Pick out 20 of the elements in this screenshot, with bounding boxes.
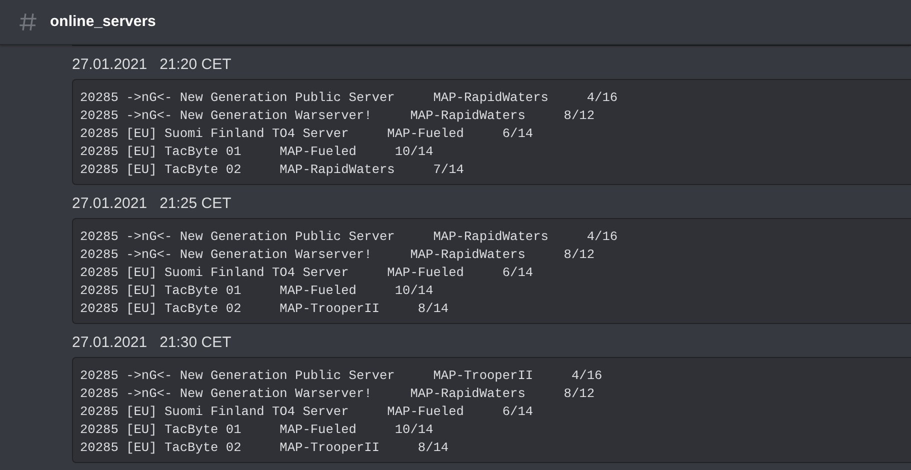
code-line: 20285 ->nG<- New Generation Public Server MAP-RapidWaters 4/16 — [80, 89, 618, 107]
code-line: 20285 [EU] TacByte 01 MAP-Fueled 10/14 — [80, 421, 434, 439]
code-line: 20285 [EU] Suomi Finland TO4 Server MAP-Fueled 6/14 — [80, 264, 534, 282]
code-line: 20285 [EU] TacByte 02 MAP-TrooperII 8/14 — [80, 300, 449, 318]
code-line: 20285 [EU] Suomi Finland TO4 Server MAP-Fueled 6/14 — [80, 125, 534, 143]
timestamp: 27.01.2021 21:30 CET — [72, 333, 232, 353]
code-line: 20285 ->nG<- New Generation Public Server MAP-RapidWaters 4/16 — [80, 228, 618, 246]
hash-icon — [18, 12, 38, 32]
code-line: 20285 ->nG<- New Generation Warserver! MAP-RapidWaters 8/12 — [80, 385, 595, 403]
code-line: 20285 [EU] TacByte 01 MAP-Fueled 10/14 — [80, 282, 434, 300]
code-line: 20285 ->nG<- New Generation Warserver! MAP-RapidWaters 8/12 — [80, 246, 595, 264]
code-line: 20285 [EU] TacByte 02 MAP-TrooperII 8/14 — [80, 439, 449, 457]
code-line: 20285 [EU] TacByte 01 MAP-Fueled 10/14 — [80, 143, 434, 161]
timestamp: 27.01.2021 21:20 CET — [72, 55, 232, 75]
code-line: 20285 ->nG<- New Generation Warserver! MAP-RapidWaters 8/12 — [80, 107, 595, 125]
channel-name: online_servers — [50, 12, 156, 32]
code-line: 20285 ->nG<- New Generation Public Server MAP-TrooperII 4/16 — [80, 367, 602, 385]
code-line: 20285 [EU] Suomi Finland TO4 Server MAP-Fueled 6/14 — [80, 403, 534, 421]
timestamp: 27.01.2021 21:25 CET — [72, 194, 232, 214]
code-line: 20285 [EU] TacByte 02 MAP-RapidWaters 7/14 — [80, 161, 464, 179]
